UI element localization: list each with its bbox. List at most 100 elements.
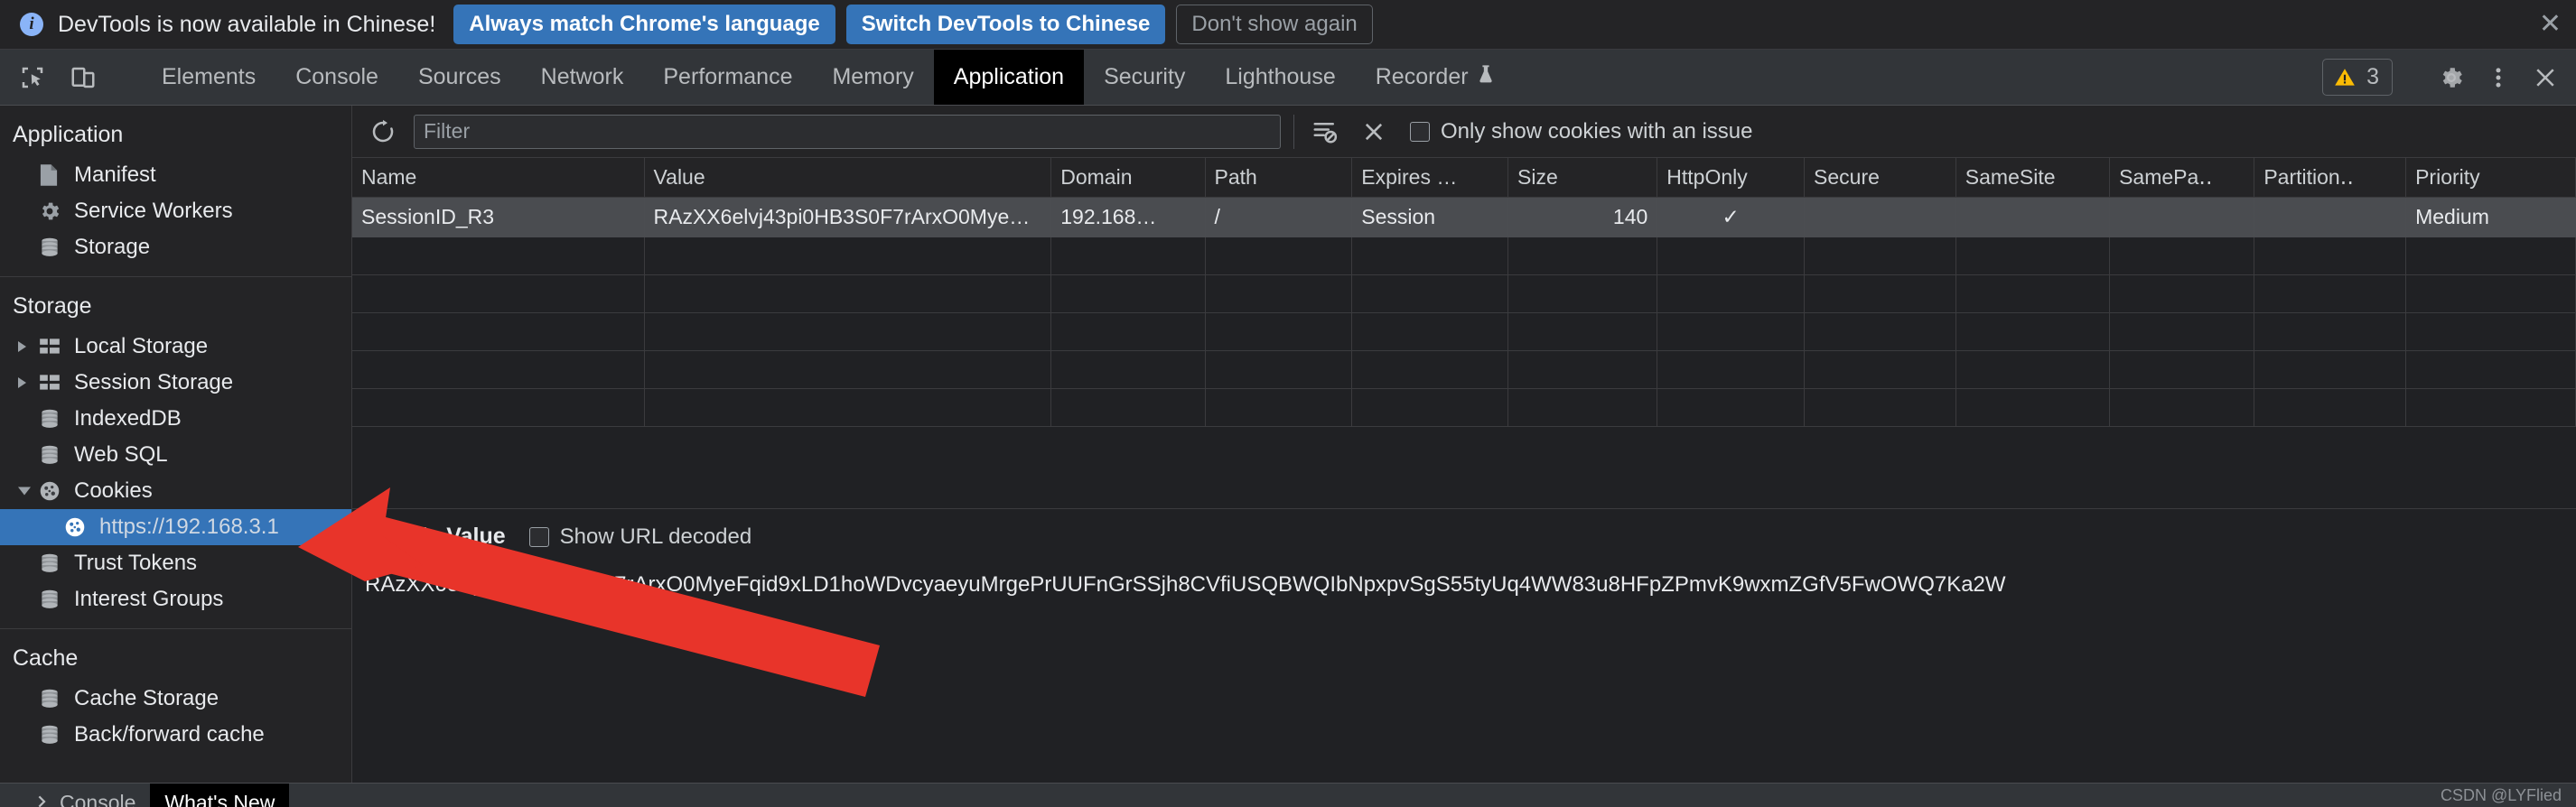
table-row[interactable]: SessionID_R3 RAzXX6elvj43pi0HB3S0F7rArxO… xyxy=(352,197,2576,237)
tab-label: Elements xyxy=(162,64,257,89)
sidebar-section-storage: Storage Local Storage Session Storage In… xyxy=(0,277,351,629)
application-sidebar: Application Manifest Service Workers Sto… xyxy=(0,106,352,801)
drawer-tabs: Console What's New xyxy=(0,784,290,807)
close-icon[interactable]: ✕ xyxy=(2539,11,2562,38)
column-header-priority[interactable]: Priority xyxy=(2405,158,2576,198)
sidebar-item-label: Web SQL xyxy=(74,442,168,467)
tab-performance[interactable]: Performance xyxy=(643,50,812,105)
gear-icon[interactable] xyxy=(2430,56,2473,99)
table-row-empty xyxy=(352,388,2576,427)
tab-sources[interactable]: Sources xyxy=(398,50,521,105)
sidebar-item-label: IndexedDB xyxy=(74,406,182,431)
drawer-tab-whats-new[interactable]: What's New xyxy=(150,784,290,807)
device-toolbar-icon[interactable] xyxy=(63,58,103,97)
database-icon xyxy=(38,407,65,431)
sidebar-item-cookies[interactable]: Cookies xyxy=(0,473,351,509)
switch-devtools-to-chinese-button[interactable]: Switch DevTools to Chinese xyxy=(845,5,1166,44)
cookies-table-container: Name Value Domain Path Expires … Size Ht… xyxy=(352,158,2576,508)
checkbox-label: Show URL decoded xyxy=(559,524,752,549)
sidebar-item-local-storage[interactable]: Local Storage xyxy=(0,329,351,365)
sidebar-item-interest-groups[interactable]: Interest Groups xyxy=(0,581,351,617)
tab-label: Console xyxy=(295,64,378,89)
cookie-value-text: RAzXX6elvj43pi0HB3S0F7rArxO0MyeFqid9xLD1… xyxy=(365,572,2006,597)
more-vertical-icon[interactable] xyxy=(2477,56,2520,99)
sidebar-item-label: Service Workers xyxy=(74,199,233,223)
sidebar-item-trust-tokens[interactable]: Trust Tokens xyxy=(0,545,351,581)
sidebar-item-cookie-origin[interactable]: https://192.168.3.1 xyxy=(0,509,351,545)
tab-console[interactable]: Console xyxy=(275,50,398,105)
database-icon xyxy=(38,443,65,467)
sidebar-section-title: Cache xyxy=(13,645,79,671)
column-header-value[interactable]: Value xyxy=(644,158,1052,198)
clear-filtered-cookies-icon[interactable] xyxy=(1307,114,1343,150)
sidebar-item-storage[interactable]: Storage xyxy=(0,229,351,265)
tab-network[interactable]: Network xyxy=(521,50,644,105)
column-header-partitionkey[interactable]: Partition‥ xyxy=(2254,158,2407,198)
sidebar-item-cache-storage[interactable]: Cache Storage xyxy=(0,681,351,717)
checkbox-box[interactable] xyxy=(528,526,549,547)
sidebar-item-label: Session Storage xyxy=(74,370,234,394)
dont-show-again-button[interactable]: Don't show again xyxy=(1176,5,1373,44)
column-header-path[interactable]: Path xyxy=(1205,158,1353,198)
column-header-httponly[interactable]: HttpOnly xyxy=(1657,158,1806,198)
tab-label: Performance xyxy=(663,64,793,89)
cookie-value-header: Cookie Value Show URL decoded xyxy=(365,524,2563,550)
column-header-secure[interactable]: Secure xyxy=(1804,158,1956,198)
tab-label: Sources xyxy=(417,64,501,89)
column-header-samesite[interactable]: SameSite xyxy=(1955,158,2111,198)
tab-elements[interactable]: Elements xyxy=(142,50,275,105)
cell-size: 140 xyxy=(1507,197,1658,237)
chevron-right-icon[interactable] xyxy=(18,377,26,388)
tabbar-left-tools xyxy=(0,50,142,105)
sidebar-item-indexeddb[interactable]: IndexedDB xyxy=(0,401,351,437)
refresh-icon[interactable] xyxy=(365,114,401,150)
sidebar-item-manifest[interactable]: Manifest xyxy=(0,157,351,193)
drawer-tab-console[interactable]: Console xyxy=(0,784,150,807)
tab-memory[interactable]: Memory xyxy=(812,50,933,105)
chevron-down-icon[interactable] xyxy=(18,487,31,496)
infobar-message: DevTools is now available in Chinese! xyxy=(58,11,436,37)
tab-lighthouse[interactable]: Lighthouse xyxy=(1205,50,1355,105)
cookies-panel: Only show cookies with an issue Name Val… xyxy=(352,106,2576,801)
delete-all-cookies-icon[interactable] xyxy=(1356,114,1392,150)
column-header-expires[interactable]: Expires … xyxy=(1351,158,1509,198)
tab-label: Security xyxy=(1104,64,1186,89)
column-header-sameparty[interactable]: SamePa‥ xyxy=(2109,158,2255,198)
tab-application[interactable]: Application xyxy=(933,50,1085,105)
tabbar-right-tools: 3 xyxy=(2322,50,2576,105)
always-match-chrome-language-button[interactable]: Always match Chrome's language xyxy=(453,5,835,44)
tab-recorder[interactable]: Recorder xyxy=(1356,50,1515,105)
sidebar-item-label: Cache Storage xyxy=(74,686,219,710)
checkbox-box[interactable] xyxy=(1410,121,1430,142)
column-header-domain[interactable]: Domain xyxy=(1050,158,1206,198)
drawer-tab-label: What's New xyxy=(164,790,275,807)
table-header-row: Name Value Domain Path Expires … Size Ht… xyxy=(352,158,2576,198)
tab-label: Application xyxy=(953,64,1065,89)
database-icon xyxy=(38,588,65,611)
sidebar-item-web-sql[interactable]: Web SQL xyxy=(0,437,351,473)
status-badge[interactable]: 3 xyxy=(2322,59,2393,96)
cell-sameparty xyxy=(2109,197,2255,237)
warning-triangle-icon xyxy=(2335,68,2355,86)
only-show-cookies-with-issue-checkbox[interactable]: Only show cookies with an issue xyxy=(1410,119,1753,144)
close-devtools-icon[interactable] xyxy=(2524,56,2567,99)
show-url-decoded-checkbox[interactable]: Show URL decoded xyxy=(528,524,752,550)
sidebar-item-session-storage[interactable]: Session Storage xyxy=(0,365,351,401)
page-title: Cookie Value xyxy=(365,524,506,549)
tab-security[interactable]: Security xyxy=(1084,50,1205,105)
devtools-drawer: Console What's New CSDN @LYFlied xyxy=(0,783,2576,807)
chevron-right-icon[interactable] xyxy=(18,341,26,352)
sidebar-item-label: Cookies xyxy=(74,478,153,503)
column-header-size[interactable]: Size xyxy=(1507,158,1658,198)
watermark: CSDN @LYFlied xyxy=(2441,786,2562,804)
sidebar-item-label: Trust Tokens xyxy=(74,551,198,575)
column-header-name[interactable]: Name xyxy=(352,158,645,198)
cell-path: / xyxy=(1205,197,1353,237)
sidebar-item-back-forward-cache[interactable]: Back/forward cache xyxy=(0,717,351,753)
warning-count: 3 xyxy=(2366,64,2379,89)
search-input[interactable] xyxy=(414,114,1281,149)
inspect-element-icon[interactable] xyxy=(13,58,52,97)
application-panel: Application Manifest Service Workers Sto… xyxy=(0,106,2576,801)
sidebar-item-service-workers[interactable]: Service Workers xyxy=(0,193,351,229)
cell-value: RAzXX6elvj43pi0HB3S0F7rArxO0MyeFqid9xLD1… xyxy=(644,197,1052,237)
